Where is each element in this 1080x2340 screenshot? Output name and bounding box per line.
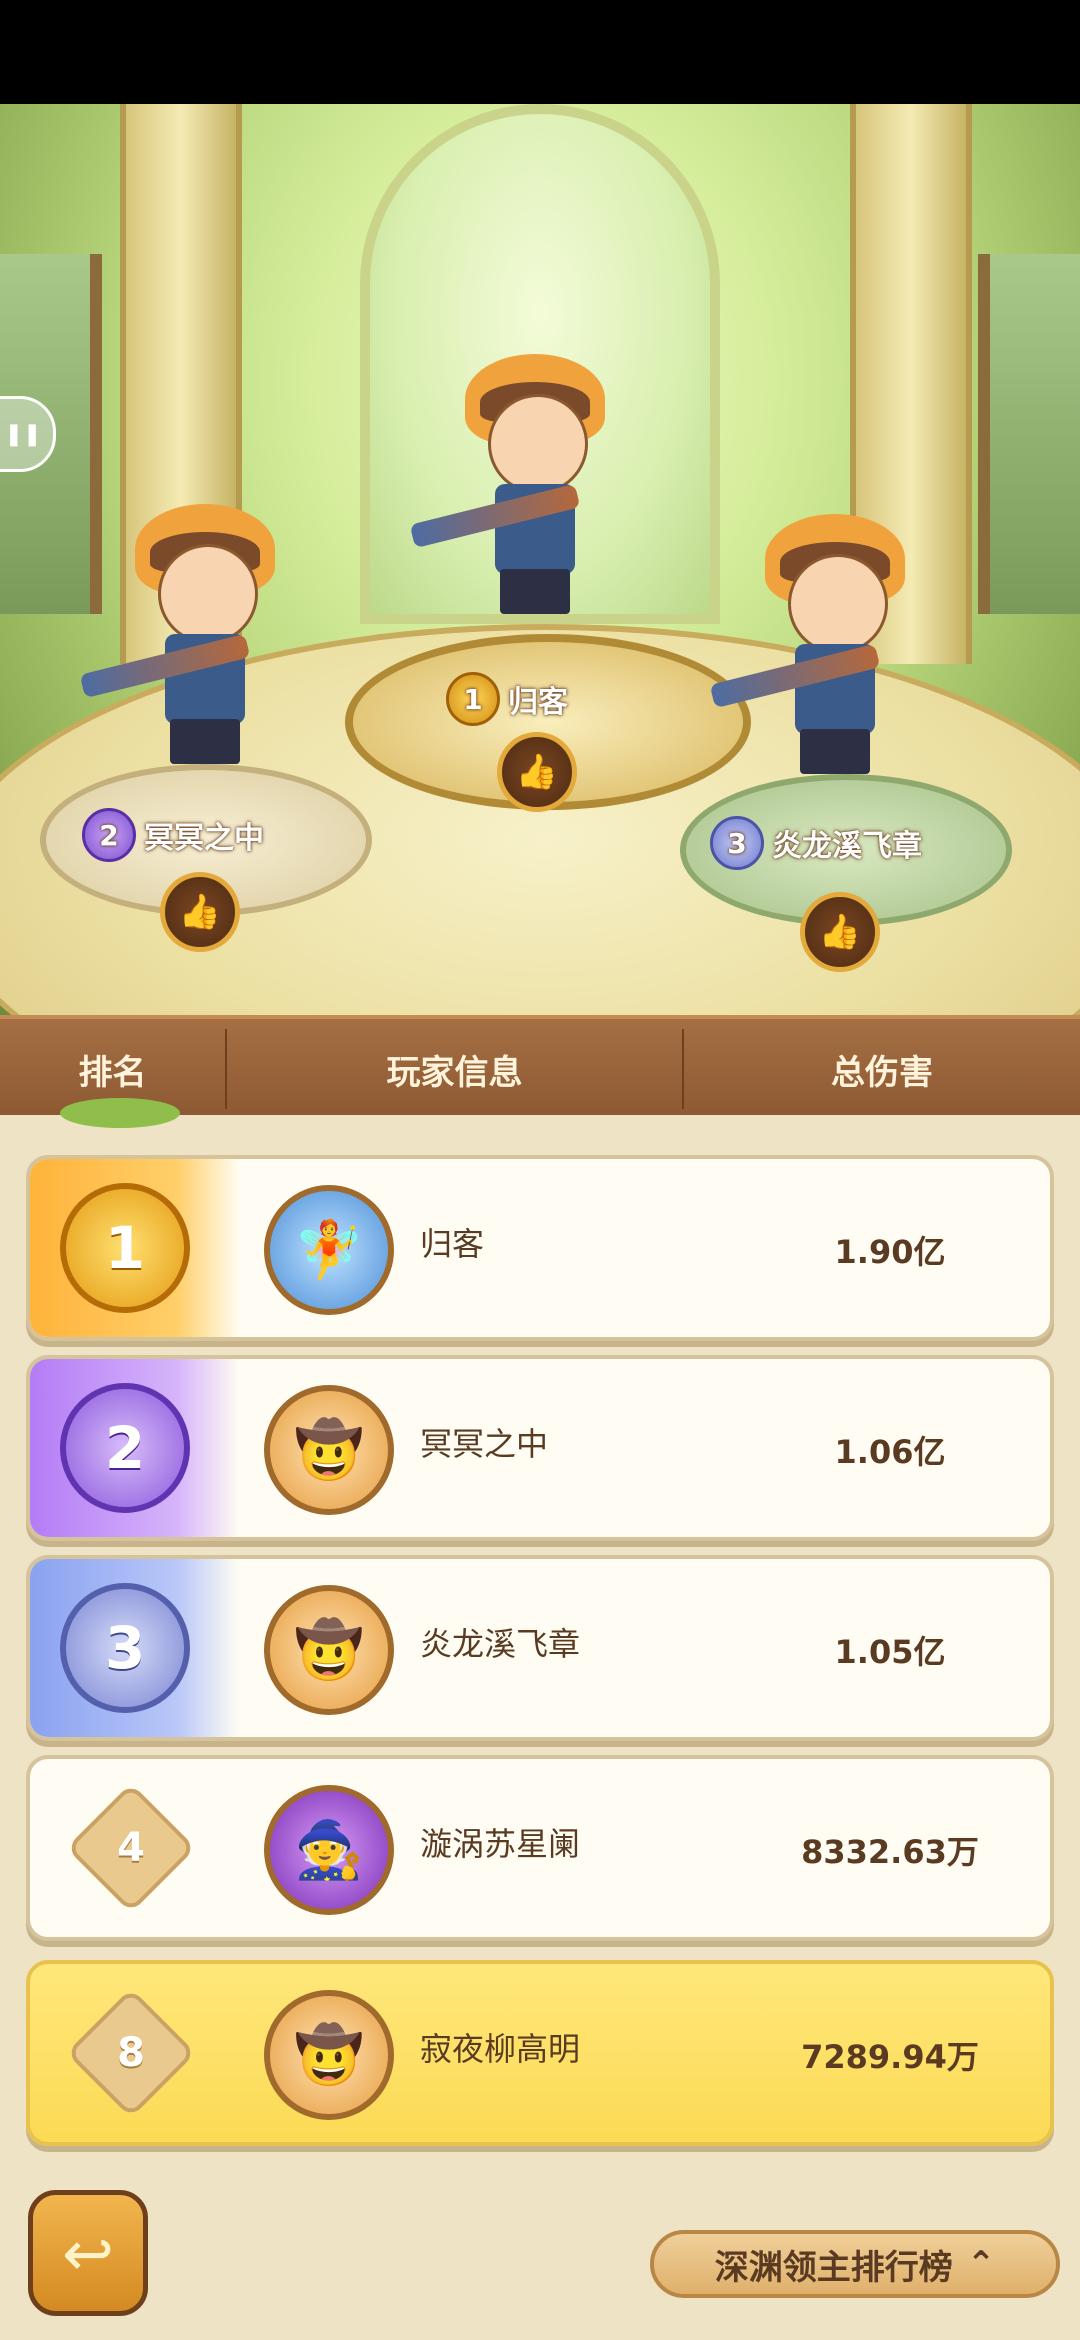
player-name: 漩涡苏星阑	[420, 1825, 581, 1863]
grass-decoration	[60, 1098, 180, 1128]
purple-medal-icon: 2	[82, 808, 136, 862]
pause-icon: ❚❚	[4, 421, 42, 447]
gold-medal-icon: 1	[446, 672, 500, 726]
leaderboard-label: 深渊领主排行榜	[714, 2247, 953, 2288]
blue-spirit-avatar[interactable]: 🧚	[264, 1185, 394, 1315]
farmer-avatar[interactable]: 🤠	[264, 1585, 394, 1715]
blue-rank-badge-icon: 3	[60, 1583, 190, 1713]
damage-value: 1.05亿	[834, 1633, 946, 1671]
damage-value: 1.06亿	[834, 1433, 946, 1471]
status-bar	[0, 0, 1080, 104]
podium-label-first: 1 归客	[446, 672, 568, 726]
damage-value: 7289.94万	[801, 2038, 979, 2076]
back-button[interactable]: ↩	[28, 2190, 148, 2316]
hero-second	[79, 504, 290, 764]
thumbs-up-icon: 👍	[515, 752, 559, 792]
thumbs-up-icon: 👍	[178, 892, 222, 932]
table-row[interactable]: 2 🤠 冥冥之中 1.06亿	[26, 1355, 1054, 1541]
podium-name-first: 归客	[508, 685, 568, 720]
blue-medal-icon: 3	[710, 816, 764, 870]
hero-first	[409, 354, 620, 614]
table-row[interactable]: 1 🧚 归客 1.90亿	[26, 1155, 1054, 1341]
table-row[interactable]: 4 🧙 漩涡苏星阑 8332.63万	[26, 1755, 1054, 1941]
podium-scene: 1 归客 2 冥冥之中 3 炎龙溪飞章 👍 👍 👍 ❚❚	[0, 104, 1080, 1019]
thumbs-up-icon: 👍	[818, 912, 862, 952]
like-button-second[interactable]: 👍	[160, 872, 240, 952]
damage-value: 8332.63万	[801, 1833, 979, 1871]
hero-third	[709, 514, 920, 774]
back-arrow-icon: ↩	[62, 2216, 114, 2290]
damage-value: 1.90亿	[834, 1233, 946, 1271]
like-button-first[interactable]: 👍	[497, 732, 577, 812]
purple-rank-badge-icon: 2	[60, 1383, 190, 1513]
table-row[interactable]: 3 🤠 炎龙溪飞章 1.05亿	[26, 1555, 1054, 1741]
player-name: 归客	[420, 1225, 485, 1263]
player-name: 冥冥之中	[420, 1425, 549, 1463]
player-name: 寂夜柳高明	[420, 2030, 581, 2068]
player-name: 炎龙溪飞章	[420, 1625, 581, 1663]
podium-name-second: 冥冥之中	[144, 821, 264, 856]
like-button-third[interactable]: 👍	[800, 892, 880, 972]
window-right	[978, 254, 1080, 614]
farmer-avatar[interactable]: 🤠	[264, 1385, 394, 1515]
gold-rank-badge-icon: 1	[60, 1183, 190, 1313]
rank-number: 4	[117, 1825, 145, 1871]
farmer-avatar[interactable]: 🤠	[264, 1990, 394, 2120]
podium-label-third: 3 炎龙溪飞章	[710, 816, 922, 870]
header-player-info: 玩家信息	[386, 1052, 523, 1093]
leaderboard-selector-button[interactable]: 深渊领主排行榜 ⌃	[650, 2230, 1060, 2298]
podium-label-second: 2 冥冥之中	[82, 808, 264, 862]
witch-avatar[interactable]: 🧙	[264, 1785, 394, 1915]
podium-name-third: 炎龙溪飞章	[772, 829, 922, 864]
header-total-damage: 总伤害	[831, 1052, 933, 1093]
table-row-self[interactable]: 8 🤠 寂夜柳高明 7289.94万	[26, 1960, 1054, 2146]
chevron-up-icon: ⌃	[966, 2244, 996, 2284]
rank-number: 8	[117, 2030, 145, 2076]
